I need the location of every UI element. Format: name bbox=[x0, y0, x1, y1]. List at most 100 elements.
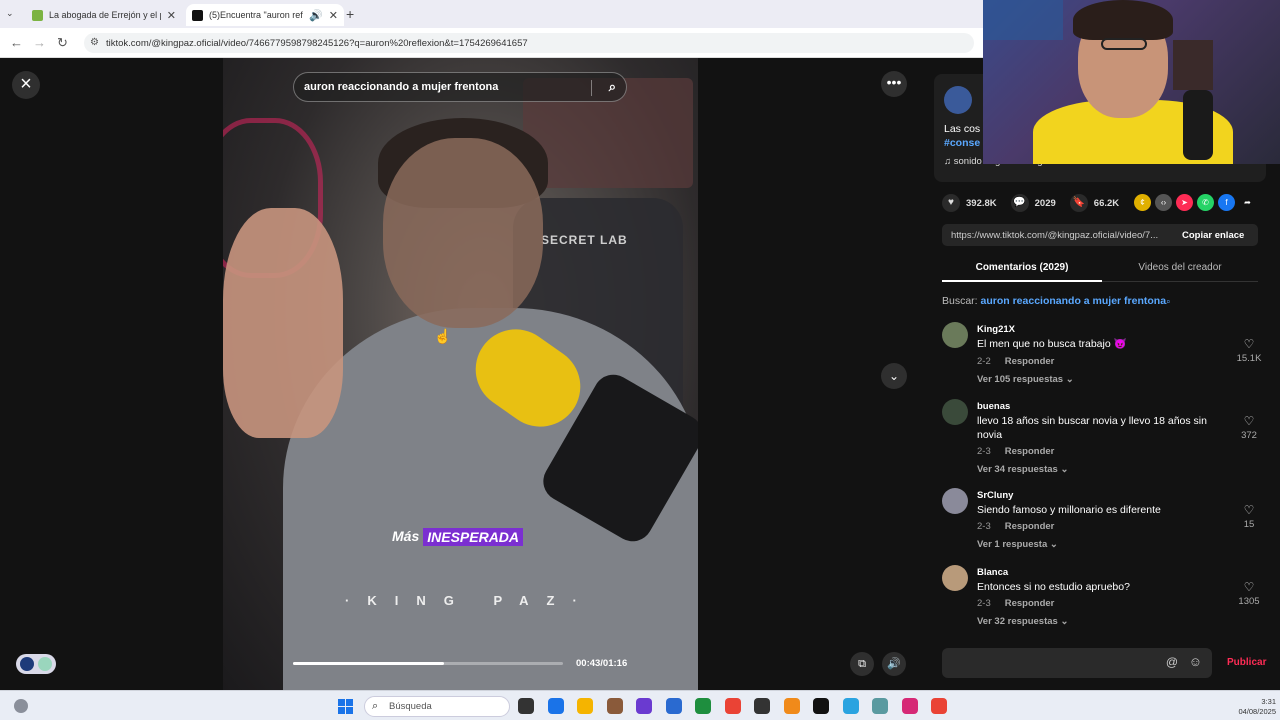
search-icon: ⌕ bbox=[372, 700, 379, 712]
taskbar-search-placeholder: Búsqueda bbox=[389, 701, 432, 712]
extension-toggle[interactable] bbox=[16, 654, 56, 674]
view-replies-button[interactable]: Ver 34 respuestas ⌄ bbox=[977, 464, 1068, 475]
background-poster bbox=[983, 0, 1063, 40]
coin-share-icon[interactable]: ¢ bbox=[1134, 194, 1151, 211]
heart-outline-icon[interactable]: ♡ bbox=[1234, 503, 1264, 517]
heart-icon[interactable]: ♥ bbox=[942, 194, 960, 212]
taskbar-app-icon[interactable] bbox=[636, 698, 652, 714]
view-replies-button[interactable]: Ver 105 respuestas ⌄ bbox=[977, 374, 1074, 385]
url-field[interactable]: ⚙ tiktok.com/@kingpaz.oficial/video/7466… bbox=[84, 33, 974, 53]
comment-count: 2029 bbox=[1034, 197, 1056, 209]
taskbar-app-icon[interactable] bbox=[547, 698, 564, 714]
like-count: 392.8K bbox=[966, 197, 997, 209]
commenter-avatar[interactable] bbox=[942, 565, 968, 591]
comment-date: 2-3 bbox=[977, 521, 991, 532]
comment-like[interactable]: ♡ 15.1K bbox=[1234, 337, 1264, 364]
tab-title: La abogada de Errejón y el psi bbox=[49, 10, 161, 20]
embed-icon[interactable]: ‹› bbox=[1155, 194, 1172, 211]
share-buttons: ¢ ‹› ➤ ✆ f ➦ bbox=[1134, 194, 1256, 211]
send-icon[interactable]: ➤ bbox=[1176, 194, 1193, 211]
tab-creator-videos[interactable]: Videos del creador bbox=[1102, 256, 1258, 282]
view-replies-button[interactable]: Ver 32 respuestas ⌄ bbox=[977, 616, 1068, 627]
taskbar-app-icon[interactable] bbox=[665, 698, 682, 714]
comment-icon[interactable]: 💬 bbox=[1010, 194, 1029, 212]
taskbar-app-icon[interactable] bbox=[695, 698, 711, 714]
taskbar-search[interactable]: ⌕ Búsqueda bbox=[364, 696, 510, 717]
facebook-icon[interactable]: f bbox=[1218, 194, 1235, 211]
back-arrow-icon[interactable]: ← bbox=[10, 35, 23, 50]
whatsapp-icon[interactable]: ✆ bbox=[1197, 194, 1214, 211]
site-info-icon[interactable]: ⚙ bbox=[90, 37, 99, 48]
taskbar-app-icon[interactable] bbox=[813, 698, 829, 714]
hashtag-link[interactable]: #conse bbox=[944, 137, 980, 149]
new-tab-button[interactable]: + bbox=[346, 6, 354, 22]
tab-close-icon[interactable]: ✕ bbox=[329, 9, 338, 22]
commenter-name[interactable]: SrCluny bbox=[977, 490, 1013, 501]
speaker-icon: 🔊 bbox=[309, 9, 323, 22]
weather-icon[interactable] bbox=[14, 699, 28, 713]
taskbar-app-icon[interactable] bbox=[577, 698, 593, 714]
tab-close-icon[interactable]: ✕ bbox=[167, 9, 176, 22]
search-icon: ⌕ bbox=[1166, 297, 1171, 306]
commenter-name[interactable]: Blanca bbox=[977, 567, 1008, 578]
comment-like[interactable]: ♡ 1305 bbox=[1234, 580, 1264, 607]
heart-outline-icon[interactable]: ♡ bbox=[1234, 414, 1264, 428]
comment-like[interactable]: ♡ 372 bbox=[1234, 414, 1264, 441]
caption-highlight: INESPERADA bbox=[423, 528, 524, 546]
reply-button[interactable]: Responder bbox=[1005, 356, 1055, 367]
forward-arrow-icon[interactable]: → bbox=[33, 35, 46, 50]
taskbar-app-icon[interactable] bbox=[901, 698, 918, 714]
picture-in-picture-icon[interactable]: ⧉ bbox=[850, 652, 874, 676]
video-link[interactable]: https://www.tiktok.com/@kingpaz.oficial/… bbox=[942, 230, 1174, 241]
commenter-avatar[interactable] bbox=[942, 322, 968, 348]
reply-button[interactable]: Responder bbox=[1005, 521, 1055, 532]
next-video-chevron-icon[interactable]: ⌄ bbox=[881, 363, 907, 389]
search-icon[interactable]: ⌕ bbox=[609, 79, 616, 95]
reply-button[interactable]: Responder bbox=[1005, 446, 1055, 457]
taskbar-app-icon[interactable] bbox=[842, 698, 859, 714]
comment-input[interactable]: @ ☺ bbox=[942, 648, 1212, 678]
heart-outline-icon[interactable]: ♡ bbox=[1234, 337, 1264, 351]
bookmark-icon[interactable]: 🔖 bbox=[1069, 194, 1088, 212]
commenter-avatar[interactable] bbox=[942, 399, 968, 425]
commenter-avatar[interactable] bbox=[942, 488, 968, 514]
view-replies-button[interactable]: Ver 1 respuesta ⌄ bbox=[977, 539, 1058, 550]
reply-button[interactable]: Responder bbox=[1005, 598, 1055, 609]
toggle-dot-icon bbox=[20, 657, 34, 671]
heart-outline-icon[interactable]: ♡ bbox=[1234, 580, 1264, 594]
browser-tab-1[interactable]: La abogada de Errejón y el psi ✕ bbox=[26, 4, 182, 26]
comment-like[interactable]: ♡ 15 bbox=[1234, 503, 1264, 530]
taskbar-app-icon[interactable] bbox=[606, 698, 623, 714]
commenter-name[interactable]: buenas bbox=[977, 401, 1010, 412]
tab-comments[interactable]: Comentarios (2029) bbox=[942, 256, 1102, 282]
creator-avatar[interactable] bbox=[944, 86, 972, 114]
close-video-button[interactable]: × bbox=[12, 71, 40, 99]
commenter-name[interactable]: King21X bbox=[977, 324, 1015, 335]
system-clock[interactable]: 3:31 04/08/2025 bbox=[1226, 697, 1276, 717]
video-progress-bar[interactable] bbox=[293, 662, 563, 665]
publish-button[interactable]: Publicar bbox=[1227, 657, 1266, 668]
reload-icon[interactable]: ↻ bbox=[57, 35, 68, 51]
taskbar-app-icon[interactable] bbox=[783, 698, 800, 714]
emoji-icon[interactable]: ☺ bbox=[1189, 654, 1202, 669]
search-hint-term[interactable]: auron reaccionando a mujer frentona bbox=[981, 295, 1167, 307]
taskbar-app-icon[interactable] bbox=[754, 698, 770, 714]
brand-watermark: ·KING PAZ· bbox=[345, 593, 595, 608]
comment-date: 2-2 bbox=[977, 356, 991, 367]
windows-start-icon[interactable] bbox=[338, 699, 353, 714]
more-options-button[interactable]: ••• bbox=[881, 71, 907, 97]
mention-icon[interactable]: @ bbox=[1166, 655, 1178, 669]
caption-text: Más bbox=[392, 528, 420, 544]
taskbar-app-icon[interactable] bbox=[872, 698, 888, 714]
taskbar-app-icon[interactable] bbox=[518, 698, 534, 714]
copy-link-button[interactable]: Copiar enlace bbox=[1174, 230, 1244, 241]
comment-text: Entonces si no estudio apruebo? bbox=[977, 581, 1130, 593]
taskbar-app-icon[interactable] bbox=[724, 698, 741, 714]
comment-item: SrCluny Siendo famoso y millonario es di… bbox=[942, 488, 1264, 558]
share-arrow-icon[interactable]: ➦ bbox=[1239, 194, 1256, 211]
volume-icon[interactable]: 🔊 bbox=[882, 652, 906, 676]
taskbar-app-icon[interactable] bbox=[931, 698, 947, 714]
tab-list-chevron-icon[interactable]: ⌄ bbox=[6, 8, 14, 19]
browser-tab-2[interactable]: (5)Encuentra "auron reflexio 🔊 ✕ bbox=[186, 4, 344, 26]
video-search-input[interactable]: auron reaccionando a mujer frentona ⌕ bbox=[293, 72, 627, 102]
